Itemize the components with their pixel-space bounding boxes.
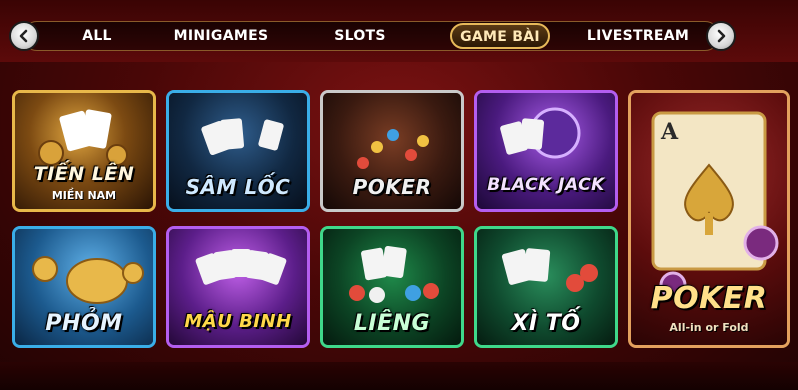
tab-minigames[interactable]: MINIGAMES — [168, 21, 274, 51]
prev-category-button[interactable] — [9, 21, 39, 51]
bottom-decoration — [0, 362, 798, 390]
tab-game-bai[interactable]: GAME BÀI — [450, 23, 550, 49]
game-card-lieng[interactable]: LIÊNG — [320, 226, 464, 348]
game-card-poker[interactable]: POKER — [320, 90, 464, 212]
featured-game-poker[interactable]: A POKER All-in or Fold — [628, 90, 790, 348]
game-title: POKER — [352, 175, 432, 199]
game-title: PHỎM — [45, 311, 123, 336]
tab-livestream[interactable]: LIVESTREAM — [582, 21, 694, 51]
featured-subtitle: All-in or Fold — [669, 321, 749, 334]
game-title: BLACK JACK — [487, 175, 605, 195]
tab-slots[interactable]: SLOTS — [326, 21, 394, 51]
next-category-button[interactable] — [706, 21, 736, 51]
featured-title: POKER — [650, 281, 768, 316]
tab-all[interactable]: ALL — [72, 21, 122, 51]
game-card-tien-len[interactable]: TIẾN LÊN MIỀN NAM — [12, 90, 156, 212]
svg-text:A: A — [660, 119, 679, 145]
game-card-phom[interactable]: PHỎM — [12, 226, 156, 348]
game-title: TIẾN LÊN — [33, 163, 135, 185]
game-card-xi-to[interactable]: XÌ TỐ — [474, 226, 618, 348]
game-card-mau-binh[interactable]: MẬU BINH — [166, 226, 310, 348]
game-title: XÌ TỐ — [511, 311, 581, 336]
game-card-sam-loc[interactable]: SÂM LỐC — [166, 90, 310, 212]
game-title: MẬU BINH — [184, 311, 292, 332]
game-title: LIÊNG — [353, 311, 431, 336]
game-title: SÂM LỐC — [185, 175, 291, 199]
game-card-black-jack[interactable]: BLACK JACK — [474, 90, 618, 212]
game-subtitle: MIỀN NAM — [51, 189, 117, 202]
